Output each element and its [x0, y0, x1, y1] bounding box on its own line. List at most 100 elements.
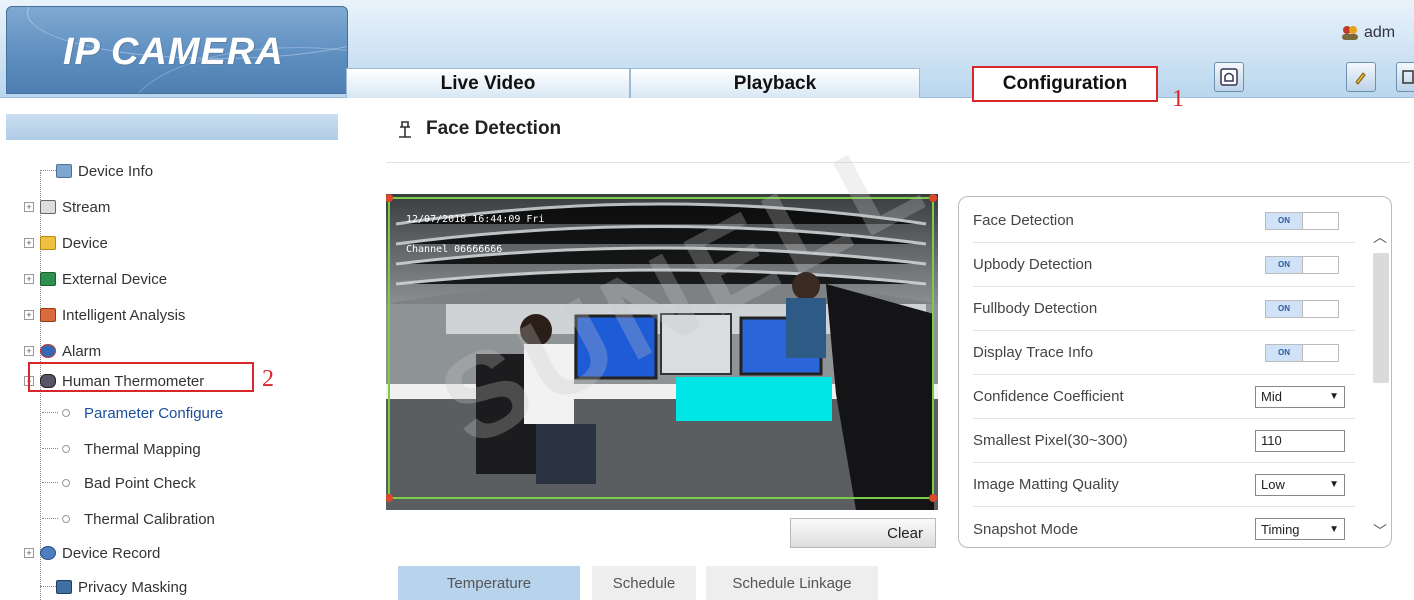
tab-temperature[interactable]: Temperature [398, 566, 580, 600]
param-label: Upbody Detection [973, 256, 1093, 273]
expand-icon[interactable]: + [24, 274, 34, 284]
sidebar-item-label: Bad Point Check [84, 474, 196, 492]
param-row-upbody-detection: Upbody Detection ON [973, 243, 1355, 287]
tab-schedule[interactable]: Schedule [592, 566, 696, 600]
bullet-icon [62, 445, 70, 453]
scroll-down-icon[interactable]: ﹀ [1371, 523, 1389, 539]
expand-icon[interactable]: + [24, 310, 34, 320]
page-title-text: Face Detection [426, 118, 562, 139]
face-detection-icon [399, 121, 411, 138]
param-row-smallest-pixel: Smallest Pixel(30~300) [973, 419, 1355, 463]
param-row-image-matting-quality: Image Matting Quality Low ▼ [973, 463, 1355, 507]
image-matting-quality-select[interactable]: Low ▼ [1255, 473, 1345, 496]
clear-button[interactable]: Clear [790, 518, 936, 548]
sidebar-subitem-thermal-calibration[interactable]: Thermal Calibration [42, 502, 215, 536]
sidebar-item-label: Stream [62, 198, 111, 216]
scroll-up-icon[interactable]: ︿ [1371, 229, 1389, 245]
tab-schedule-linkage[interactable]: Schedule Linkage [706, 566, 878, 600]
sidebar-item-label: Thermal Calibration [84, 510, 215, 528]
sidebar-item-label: Device Info [78, 162, 154, 180]
help-button[interactable] [1346, 62, 1376, 92]
param-label: Display Trace Info [973, 344, 1094, 361]
snapshot-mode-select[interactable]: Timing ▼ [1255, 518, 1345, 540]
scrollbar-thumb[interactable] [1373, 253, 1389, 383]
sidebar-item-device[interactable]: + Device [24, 226, 108, 260]
fullbody-detection-toggle[interactable]: ON [1265, 299, 1339, 318]
param-row-display-trace-info: Display Trace Info ON [973, 331, 1355, 375]
device-info-icon [56, 164, 72, 178]
alarm-icon [40, 344, 56, 358]
dropdown-arrow-icon: ▼ [1329, 391, 1339, 402]
video-timestamp: 12/07/2018 16:44:09 Fri [406, 214, 545, 225]
sidebar-item-label: Thermal Mapping [84, 440, 201, 458]
logout-button[interactable] [1396, 62, 1414, 92]
sidebar-item-label: Privacy Masking [78, 578, 188, 596]
upbody-detection-toggle[interactable]: ON [1265, 255, 1339, 274]
sidebar-subitem-parameter-configure[interactable]: Parameter Configure [42, 396, 224, 430]
param-row-snapshot-mode: Snapshot Mode Timing ▼ [973, 507, 1355, 547]
sidebar-header-band [6, 114, 338, 140]
bullet-icon [62, 409, 70, 417]
logout-icon [1402, 70, 1414, 84]
confidence-coefficient-select[interactable]: Mid ▼ [1255, 385, 1345, 408]
toggle-on: ON [1266, 256, 1302, 273]
dropdown-arrow-icon: ▼ [1329, 523, 1339, 535]
video-scene [386, 194, 938, 510]
device-icon [40, 236, 56, 250]
user-info[interactable]: adm [1340, 24, 1395, 42]
annotation-number-2: 2 [262, 366, 274, 392]
dropdown-arrow-icon: ▼ [1329, 479, 1339, 490]
sidebar-item-label: Device Record [62, 544, 161, 562]
bullet-icon [62, 515, 70, 523]
select-value: Low [1261, 477, 1285, 492]
annotation-number-1: 1 [1172, 86, 1184, 112]
device-record-icon [40, 546, 56, 560]
face-detection-toggle[interactable]: ON [1265, 211, 1339, 230]
face-detection-parameters-panel: Face Detection ON Upbody Detection ON Fu… [958, 196, 1392, 548]
help-icon [1355, 72, 1366, 85]
select-value: Mid [1261, 389, 1282, 404]
select-value: Timing [1261, 521, 1300, 537]
highlight-box-human-thermometer [28, 362, 254, 392]
sidebar-item-label: Parameter Configure [84, 404, 224, 422]
tab-live-video[interactable]: Live Video [346, 68, 630, 98]
param-label: Face Detection [973, 212, 1074, 229]
sidebar-item-external-device[interactable]: + External Device [24, 262, 167, 296]
toggle-on: ON [1266, 300, 1302, 317]
param-row-face-detection: Face Detection ON [973, 199, 1355, 243]
tab-configuration[interactable]: Configuration [972, 66, 1158, 102]
tab-playback[interactable]: Playback [630, 68, 920, 98]
param-label: Snapshot Mode [973, 520, 1079, 538]
param-label: Image Matting Quality [973, 476, 1119, 493]
sidebar-item-stream[interactable]: + Stream [24, 190, 110, 224]
alarm-bell-button[interactable] [1214, 62, 1244, 92]
intelligent-analysis-icon [40, 308, 56, 322]
stream-icon [40, 200, 56, 214]
expand-icon[interactable]: + [24, 202, 34, 212]
external-device-icon [40, 272, 56, 286]
sidebar-subitem-thermal-mapping[interactable]: Thermal Mapping [42, 432, 201, 466]
param-label: Smallest Pixel(30~300) [973, 432, 1128, 449]
display-trace-info-toggle[interactable]: ON [1265, 343, 1339, 362]
expand-icon[interactable]: + [24, 346, 34, 356]
users-icon [1342, 26, 1358, 40]
app-header: IP CAMERA Live Video Playback Configurat… [0, 0, 1414, 112]
toggle-on: ON [1266, 212, 1302, 229]
page-title: Face Detection [396, 118, 561, 140]
sidebar-item-intelligent-analysis[interactable]: + Intelligent Analysis [24, 298, 185, 332]
expand-icon[interactable]: + [24, 238, 34, 248]
param-row-confidence-coefficient: Confidence Coefficient Mid ▼ [973, 375, 1355, 419]
sidebar-item-label: External Device [62, 270, 168, 288]
privacy-masking-icon [56, 580, 72, 594]
sidebar-subitem-bad-point-check[interactable]: Bad Point Check [42, 466, 196, 500]
toggle-on: ON [1266, 344, 1302, 361]
smallest-pixel-input[interactable] [1255, 429, 1345, 452]
expand-icon[interactable]: + [24, 548, 34, 558]
sidebar-item-privacy-masking[interactable]: Privacy Masking [40, 570, 188, 600]
bullet-icon [62, 479, 70, 487]
sidebar-item-device-info[interactable]: Device Info [40, 154, 154, 188]
live-video-preview[interactable]: 12/07/2018 16:44:09 Fri Channel 06666666 [386, 194, 938, 510]
video-channel-name: Channel 06666666 [406, 244, 503, 255]
sidebar-item-label: Device [62, 234, 108, 252]
sidebar-item-device-record[interactable]: + Device Record [24, 536, 160, 570]
